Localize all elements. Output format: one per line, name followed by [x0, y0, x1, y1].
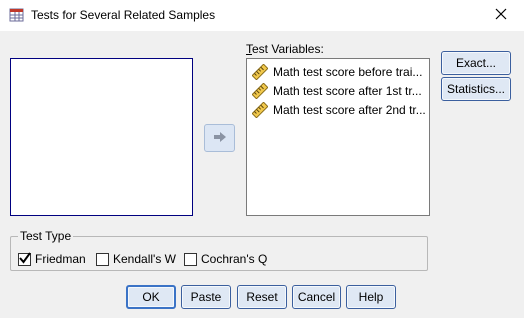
cochrans-q-label: Cochran's Q [201, 252, 268, 266]
window-title: Tests for Several Related Samples [31, 8, 216, 22]
friedman-checkbox[interactable]: Friedman [18, 251, 86, 266]
kendalls-w-label: Kendall's W [113, 252, 176, 266]
scale-ruler-icon [251, 63, 269, 81]
cochrans-q-checkbox[interactable]: Cochran's Q [184, 252, 267, 266]
list-item[interactable]: Math test score after 1st tr... [247, 82, 429, 101]
friedman-label: Friedman [35, 252, 86, 266]
list-item-label: Math test score after 2nd tr... [273, 103, 426, 117]
exact-button-label: Exact... [455, 56, 496, 70]
kendalls-w-checkbox[interactable]: Kendall's W [96, 252, 176, 266]
statistics-button[interactable]: Statistics... [441, 77, 511, 101]
list-item[interactable]: Math test score after 2nd tr... [247, 101, 429, 120]
test-variables-label: Test Variables: [246, 42, 324, 56]
list-item-label: Math test score after 1st tr... [273, 84, 422, 98]
close-icon [495, 8, 507, 23]
statistics-button-label: Statistics... [446, 82, 505, 96]
ok-button[interactable]: OK [126, 285, 176, 309]
close-button[interactable] [478, 0, 524, 31]
exact-button[interactable]: Exact... [441, 51, 511, 75]
test-variables-list[interactable]: Math test score before trai... Math test… [246, 58, 430, 216]
scale-ruler-icon [251, 101, 269, 119]
help-button-label: Help [358, 290, 384, 304]
paste-button[interactable]: Paste [181, 285, 231, 309]
list-item[interactable]: Math test score before trai... [247, 63, 429, 82]
checkmark-icon [19, 251, 31, 264]
dialog-window: Tests for Several Related Samples Test V… [0, 0, 524, 318]
reset-button-label: Reset [246, 290, 278, 304]
reset-button[interactable]: Reset [237, 285, 287, 309]
help-button[interactable]: Help [346, 285, 396, 309]
paste-button-label: Paste [190, 290, 222, 304]
ok-button-label: OK [142, 290, 160, 304]
cancel-button[interactable]: Cancel [292, 285, 341, 309]
list-item-label: Math test score before trai... [273, 65, 423, 79]
cancel-button-label: Cancel [297, 290, 336, 304]
spss-dialog-icon [9, 7, 25, 23]
checkbox-box[interactable] [184, 252, 197, 266]
title-bar[interactable]: Tests for Several Related Samples [0, 0, 524, 31]
move-variable-button[interactable] [204, 124, 235, 152]
test-type-label: Test Type [18, 229, 74, 243]
source-variable-list[interactable] [10, 58, 193, 216]
checkbox-box[interactable] [96, 252, 109, 266]
checkbox-box[interactable] [18, 251, 31, 266]
scale-ruler-icon [251, 82, 269, 100]
test-variables-label-rest: est Variables: [252, 42, 324, 56]
arrow-right-icon [212, 130, 228, 147]
